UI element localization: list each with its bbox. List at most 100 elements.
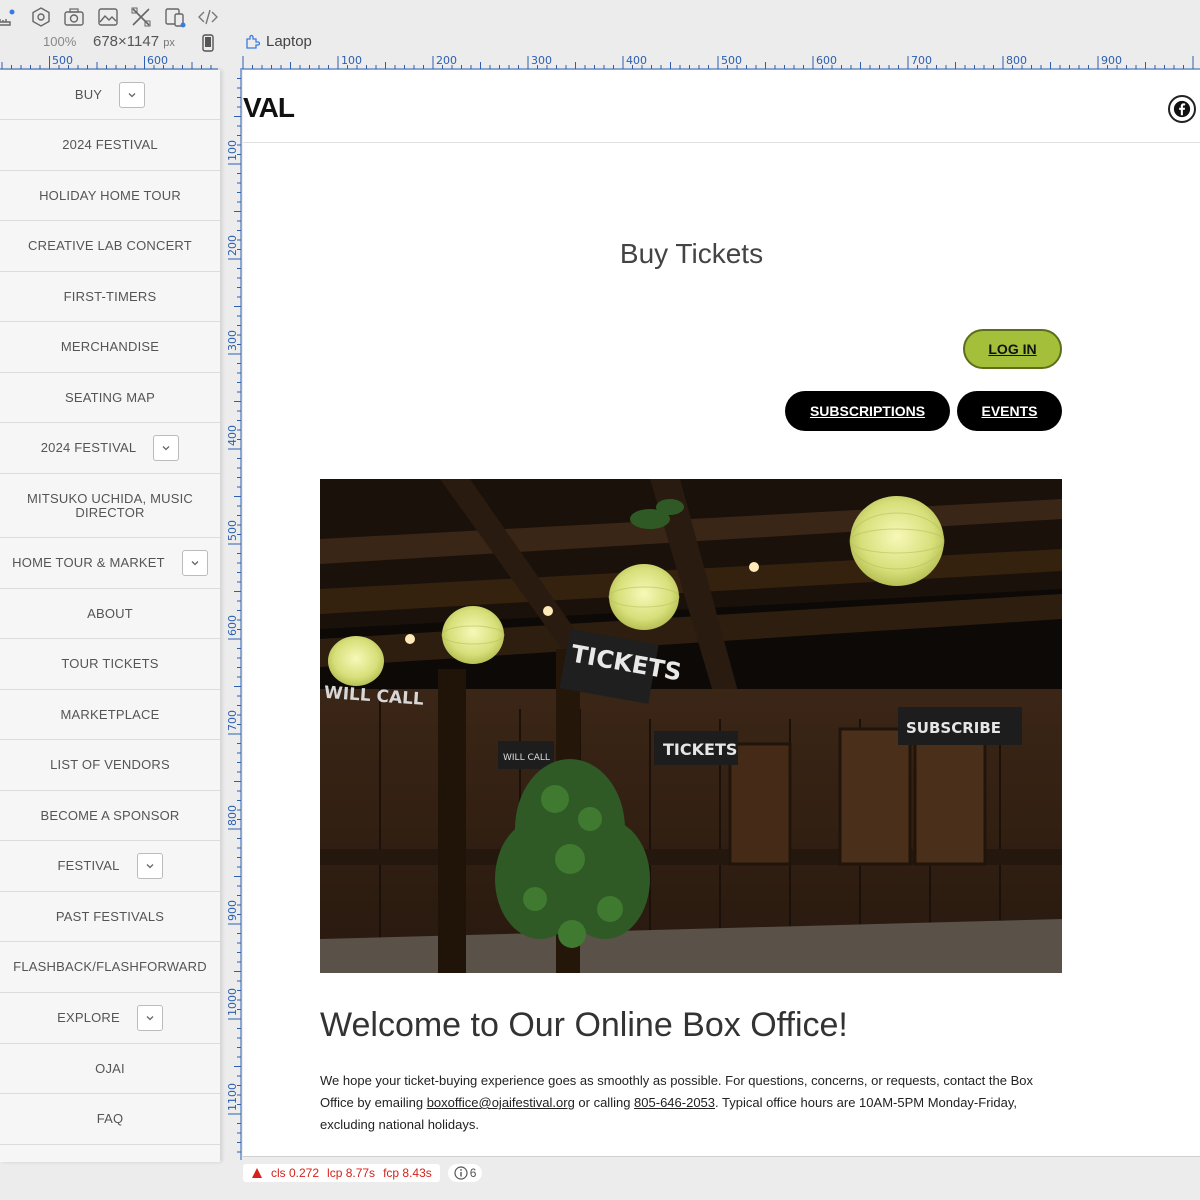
cls-value: cls 0.272 [271,1166,320,1180]
info-badge[interactable]: 6 [447,1164,483,1182]
sidebar-item[interactable]: EXPLORE [0,993,220,1044]
ruler-label: 100 [226,140,239,161]
sidebar-item[interactable]: LIST OF VENDORS [0,740,220,791]
viewport-dimensions[interactable]: 678×1147 px [93,33,175,50]
zoom-level[interactable]: 100% [43,34,76,49]
phone-icon[interactable] [200,34,216,52]
site-logo[interactable]: VAL [243,92,295,124]
sidebar-item[interactable]: FLASHBACK/FLASHFORWARD [0,942,220,993]
sidebar-item[interactable]: MERCHANDISE [0,322,220,373]
will-call-small-sign: WILL CALL [503,753,550,763]
email-link[interactable]: boxoffice@ojaifestival.org [427,1095,575,1110]
info-icon [454,1166,468,1180]
sidebar-item[interactable]: CREATIVE LAB CONCERT [0,221,220,272]
sidebar-item[interactable]: OJAI [0,1044,220,1094]
device-selector[interactable]: Laptop [244,33,312,50]
web-vitals-badge[interactable]: cls 0.272 lcp 8.77s fcp 8.43s [243,1164,440,1182]
device-name: Laptop [266,33,312,50]
intro-text: or calling [574,1095,635,1110]
login-button[interactable]: LOG IN [963,329,1062,369]
ruler-label: 300 [226,330,239,351]
sidebar-item-label: LIST OF VENDORS [50,757,170,772]
page-title: Buy Tickets [619,238,764,269]
ruler-label: 600 [226,615,239,636]
lcp-value: lcp 8.77s [327,1166,376,1180]
ruler-label: 1100 [226,1083,239,1111]
sidebar-item-label: MERCHANDISE [60,339,160,354]
viewport-height[interactable]: 1147 [127,33,159,50]
ruler-label: 200 [436,54,457,67]
sidebar-item[interactable]: 2024 FESTIVAL [0,120,220,171]
chevron-down-icon[interactable] [136,1005,163,1031]
settings-icon[interactable] [30,6,52,28]
sidebar-item[interactable]: ABOUT [0,589,220,639]
sidebar-item-label: BECOME A SPONSOR [40,807,180,823]
sidebar-item-label: TOUR TICKETS [61,656,159,671]
ruler-label: 1000 [226,988,239,1016]
sidebar-item[interactable]: MARKETPLACE [0,690,220,740]
fcp-value: fcp 8.43s [383,1166,432,1180]
viewport-width[interactable]: 678 [93,33,118,50]
sidebar-item[interactable]: FAQ [0,1094,220,1145]
sidebar-item[interactable]: FESTIVAL [0,841,220,892]
phone-link[interactable]: 805-646-2053 [634,1095,715,1110]
sidebar-item[interactable]: FIRST-TIMERS [0,272,220,322]
header-divider [243,142,1200,143]
events-button[interactable]: EVENTS [957,391,1062,431]
sidebar-item[interactable]: 2024 FESTIVAL [0,423,220,474]
ruler-label: 500 [52,54,73,67]
ruler-label: 500 [721,54,742,67]
sidebar-item-label: SEATING MAP [64,389,156,405]
info-count: 6 [469,1166,477,1180]
ruler-label: 300 [531,54,552,67]
sidebar-item-label: 2024 FESTIVAL [40,440,137,455]
ruler-label: 700 [226,710,239,731]
chevron-down-icon[interactable] [181,550,208,576]
sidebar-item-label: BUY [74,86,103,102]
intro-paragraph: We hope your ticket-buying experience go… [320,1070,1062,1136]
ruler-label: 800 [226,805,239,826]
image-icon[interactable] [97,6,119,28]
sidebar-item[interactable]: SEATING MAP [0,373,220,423]
ruler-icon[interactable] [0,6,18,28]
ruler-label: 500 [226,520,239,541]
sidebar-item-label: EXPLORE [57,1010,120,1025]
camera-icon[interactable] [63,6,85,28]
facebook-icon[interactable] [1168,95,1196,123]
sidebar-item-label: FESTIVAL [57,858,120,873]
tools-icon[interactable] [130,6,152,28]
sidebar-item[interactable]: PAST FESTIVALS [0,892,220,942]
warning-icon [252,1168,262,1178]
ruler-label: 400 [226,425,239,446]
chevron-down-icon[interactable] [153,435,180,461]
sidebar-item[interactable]: HOLIDAY HOME TOUR [0,171,220,221]
tickets-sign-mid: TICKETS [663,740,737,759]
sidebar-item[interactable]: BUY [0,70,220,120]
page-viewport: VAL Buy Tickets LOG IN SUBSCRIPTIONS EVE… [243,70,1200,1157]
ruler-label: 600 [147,54,168,67]
sidebar-item-label: 2024 FESTIVAL [62,137,158,152]
sidebar-item-label: MITSUKO UCHIDA, MUSIC DIRECTOR [27,490,193,520]
subscribe-sign: SUBSCRIBE [906,719,1001,737]
sidebar-item-label: FIRST-TIMERS [63,288,157,304]
sidebar-item-label: ABOUT [87,605,133,621]
sidebar-item-label: HOME TOUR & MARKET [12,555,165,570]
ruler-label: 800 [1006,54,1027,67]
sidebar-item-label: OJAI [95,1060,125,1076]
sidebar-item[interactable]: MITSUKO UCHIDA, MUSIC DIRECTOR [0,474,220,538]
dimension-separator: × [118,33,127,50]
responsive-icon[interactable] [164,6,186,28]
ruler-label: 700 [911,54,932,67]
welcome-heading: Welcome to Our Online Box Office! [320,1006,848,1044]
chevron-down-icon[interactable] [119,81,146,108]
ruler-label: 900 [1101,54,1122,67]
subscriptions-button[interactable]: SUBSCRIPTIONS [785,391,950,431]
sidebar-item[interactable]: TOUR TICKETS [0,639,220,690]
sidebar-item[interactable]: HOME TOUR & MARKET [0,538,220,589]
code-icon[interactable] [197,6,219,28]
performance-bar: cls 0.272 lcp 8.77s fcp 8.43s 6 [243,1161,483,1185]
sidebar-item[interactable]: BECOME A SPONSOR [0,791,220,841]
ruler-top: 100 200 300 400 500 600 700 800 900 [240,54,1200,70]
chevron-down-icon[interactable] [136,853,163,879]
ruler-top-left: 500 600 [0,54,218,70]
